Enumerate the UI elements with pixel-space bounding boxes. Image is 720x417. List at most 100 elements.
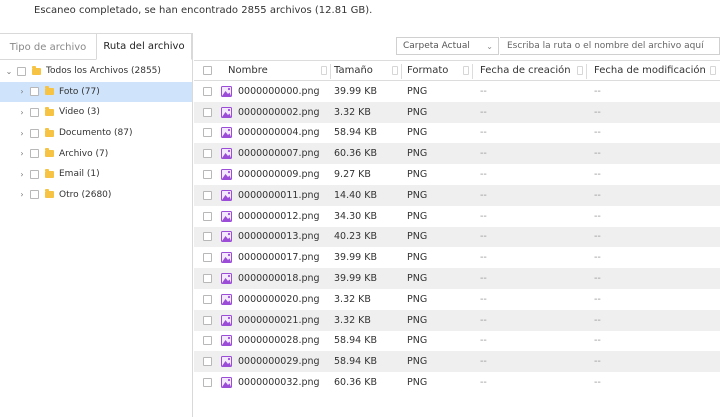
table-row[interactable]: 0000000002.png 3.32 KB PNG -- -- <box>194 101 720 123</box>
chevron-right-icon[interactable]: › <box>17 108 27 117</box>
tree-item-label: Video (3) <box>59 107 100 118</box>
table-header: Nombre Tamaño Formato Fecha de creación … <box>194 60 720 81</box>
table-row[interactable]: 0000000029.png 58.94 KB PNG -- -- <box>194 351 720 373</box>
path-search-input[interactable]: Escriba la ruta o el nombre del archivo … <box>500 37 720 55</box>
row-checkbox[interactable] <box>203 232 212 242</box>
row-checkbox[interactable] <box>203 170 212 180</box>
row-checkbox[interactable] <box>203 336 212 346</box>
file-created: -- <box>480 231 487 243</box>
sort-icon <box>577 66 583 75</box>
file-size: 3.32 KB <box>334 293 371 305</box>
tree-item[interactable]: › Foto (77) <box>0 81 192 103</box>
file-format: PNG <box>407 148 428 160</box>
row-checkbox[interactable] <box>203 190 212 200</box>
file-size: 14.40 KB <box>334 189 377 201</box>
table-row[interactable]: 0000000017.png 39.99 KB PNG -- -- <box>194 247 720 268</box>
file-modified: -- <box>594 377 601 389</box>
file-format: PNG <box>407 189 428 201</box>
file-format: PNG <box>407 252 428 264</box>
tree-item-label: Todos los Archivos (2855) <box>46 66 161 77</box>
chevron-right-icon[interactable]: › <box>17 149 27 158</box>
tree-item[interactable]: › Documento (87) <box>0 123 192 144</box>
chevron-down-icon[interactable]: ⌄ <box>4 67 14 76</box>
table-row[interactable]: 0000000032.png 60.36 KB PNG -- -- <box>194 372 720 393</box>
file-size: 39.99 KB <box>334 273 377 285</box>
tree-checkbox[interactable] <box>30 169 39 179</box>
folder-icon <box>32 65 41 75</box>
tree-item[interactable]: › Video (3) <box>0 102 192 123</box>
file-created: -- <box>480 356 487 368</box>
file-modified: -- <box>594 127 601 139</box>
header-created[interactable]: Fecha de creación <box>473 61 587 80</box>
file-modified: -- <box>594 314 601 326</box>
row-checkbox[interactable] <box>203 294 212 304</box>
file-size: 3.32 KB <box>334 106 371 118</box>
table-row[interactable]: 0000000009.png 9.27 KB PNG -- -- <box>194 164 720 185</box>
table-row[interactable]: 0000000028.png 58.94 KB PNG -- -- <box>194 331 720 352</box>
tab-file-type[interactable]: Tipo de archivo <box>0 33 96 60</box>
tree-checkbox[interactable] <box>30 128 39 138</box>
sort-icon <box>321 66 327 75</box>
tree-item[interactable]: › Otro (2680) <box>0 185 192 206</box>
table-row[interactable]: 0000000021.png 3.32 KB PNG -- -- <box>194 309 720 331</box>
select-all-checkbox[interactable] <box>203 66 212 75</box>
tree-checkbox[interactable] <box>17 66 26 76</box>
chevron-right-icon[interactable]: › <box>17 170 27 179</box>
file-size: 40.23 KB <box>334 231 377 243</box>
file-size: 58.94 KB <box>334 127 377 139</box>
header-size[interactable]: Tamaño <box>331 61 402 80</box>
tree-checkbox[interactable] <box>30 87 39 97</box>
file-created: -- <box>480 377 487 389</box>
file-name: 0000000011.png <box>238 189 320 201</box>
file-created: -- <box>480 189 487 201</box>
table-row[interactable]: 0000000011.png 14.40 KB PNG -- -- <box>194 184 720 206</box>
file-format: PNG <box>407 356 428 368</box>
row-checkbox[interactable] <box>203 128 212 138</box>
row-checkbox[interactable] <box>203 149 212 159</box>
image-file-icon <box>221 210 232 222</box>
file-size: 3.32 KB <box>334 314 371 326</box>
row-checkbox[interactable] <box>203 315 212 325</box>
tree-checkbox[interactable] <box>30 190 39 200</box>
tree-item[interactable]: › Email (1) <box>0 164 192 185</box>
file-name: 0000000029.png <box>238 356 320 368</box>
file-created: -- <box>480 106 487 118</box>
file-size: 58.94 KB <box>334 356 377 368</box>
tree-item[interactable]: › Archivo (7) <box>0 143 192 164</box>
file-modified: -- <box>594 106 601 118</box>
header-name[interactable]: Nombre <box>221 61 331 80</box>
chevron-right-icon[interactable]: › <box>17 129 27 138</box>
table-row[interactable]: 0000000004.png 58.94 KB PNG -- -- <box>194 123 720 144</box>
table-row[interactable]: 0000000000.png 39.99 KB PNG -- -- <box>194 81 720 102</box>
file-size: 39.99 KB <box>334 85 377 97</box>
table-row[interactable]: 0000000020.png 3.32 KB PNG -- -- <box>194 289 720 310</box>
file-size: 9.27 KB <box>334 169 371 181</box>
header-modified[interactable]: Fecha de modificación <box>587 61 720 80</box>
file-created: -- <box>480 335 487 347</box>
chevron-right-icon[interactable]: › <box>17 87 27 96</box>
header-format[interactable]: Formato <box>402 61 473 80</box>
tree-checkbox[interactable] <box>30 107 39 117</box>
table-row[interactable]: 0000000013.png 40.23 KB PNG -- -- <box>194 226 720 248</box>
file-name: 0000000032.png <box>238 377 320 389</box>
row-checkbox[interactable] <box>203 211 212 221</box>
tab-file-path[interactable]: Ruta del archivo <box>96 33 192 60</box>
chevron-right-icon[interactable]: › <box>17 190 27 199</box>
file-size: 60.36 KB <box>334 148 377 160</box>
left-panel: Tipo de archivo Ruta del archivo ⌄ Todos … <box>0 33 193 417</box>
tree-checkbox[interactable] <box>30 149 39 159</box>
row-checkbox[interactable] <box>203 107 212 117</box>
table-row[interactable]: 0000000018.png 39.99 KB PNG -- -- <box>194 268 720 289</box>
row-checkbox[interactable] <box>203 253 212 263</box>
file-size: 39.99 KB <box>334 252 377 264</box>
row-checkbox[interactable] <box>203 86 212 96</box>
file-name: 0000000020.png <box>238 293 320 305</box>
scope-dropdown[interactable]: Carpeta Actual ⌄ <box>396 37 499 55</box>
tree-item-all-files[interactable]: ⌄ Todos los Archivos (2855) <box>0 61 192 82</box>
row-checkbox[interactable] <box>203 274 212 284</box>
sort-icon <box>463 66 469 75</box>
table-row[interactable]: 0000000012.png 34.30 KB PNG -- -- <box>194 206 720 227</box>
row-checkbox[interactable] <box>203 357 212 367</box>
table-row[interactable]: 0000000007.png 60.36 KB PNG -- -- <box>194 143 720 165</box>
row-checkbox[interactable] <box>203 378 212 388</box>
